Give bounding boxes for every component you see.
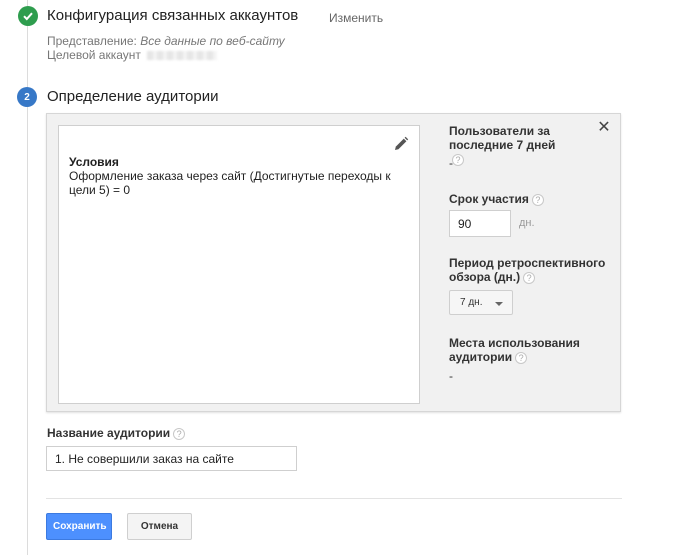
destinations-value: - <box>449 369 453 383</box>
view-label: Представление: <box>47 34 141 48</box>
duration-unit: дн. <box>519 217 535 229</box>
step2-number-badge: 2 <box>17 87 37 107</box>
lookback-select-value: 7 дн. <box>460 297 483 308</box>
duration-input[interactable] <box>449 210 511 237</box>
chevron-down-icon <box>495 302 503 306</box>
conditions-text: Оформление заказа через сайт (Достигнуты… <box>69 169 391 197</box>
step-rail-connector <box>27 26 28 87</box>
audience-name-label: Название аудитории? <box>47 426 186 440</box>
duration-label: Срок участия? <box>449 192 544 206</box>
target-account-label: Целевой аккаунт <box>47 48 141 62</box>
audience-name-label-text: Название аудитории <box>47 426 171 440</box>
step-complete-check-icon <box>18 6 38 26</box>
destinations-label: Места использования аудитории? <box>449 336 599 364</box>
redacted-account-name <box>146 51 217 61</box>
save-button[interactable]: Сохранить <box>46 513 112 540</box>
step-rail-bottom <box>27 107 28 555</box>
lookback-select[interactable]: 7 дн. <box>449 290 513 315</box>
step2-title: Определение аудитории <box>47 88 219 105</box>
help-icon[interactable]: ? <box>452 153 464 166</box>
view-value: Все данные по веб-сайту <box>140 34 285 48</box>
step1-title: Конфигурация связанных аккаунтов <box>47 7 299 24</box>
duration-label-text: Срок участия <box>449 192 529 206</box>
users-label-text: Пользователи за последние 7 дней <box>449 124 556 152</box>
users-value: - <box>449 156 453 170</box>
view-info: Представление: Все данные по веб-сайту <box>47 34 285 48</box>
conditions-box: Условия Оформление заказа через сайт (До… <box>58 125 420 404</box>
conditions-label: Условия <box>69 155 119 169</box>
help-icon[interactable]: ? <box>515 351 528 364</box>
help-icon[interactable]: ? <box>173 427 186 440</box>
pencil-icon[interactable] <box>393 136 409 152</box>
edit-link[interactable]: Изменить <box>329 11 383 25</box>
users-label: Пользователи за последние 7 дней? <box>449 124 569 166</box>
target-account-info: Целевой аккаунт <box>47 48 217 62</box>
audience-definition-panel: Условия Оформление заказа через сайт (До… <box>46 113 621 412</box>
cancel-button[interactable]: Отмена <box>127 513 192 540</box>
divider <box>46 498 622 499</box>
help-icon[interactable]: ? <box>531 193 544 206</box>
audience-name-input[interactable] <box>46 446 297 471</box>
lookback-label: Период ретроспективного обзора (дн.)? <box>449 256 609 284</box>
help-icon[interactable]: ? <box>523 271 536 284</box>
close-icon[interactable]: ✕ <box>597 120 611 136</box>
